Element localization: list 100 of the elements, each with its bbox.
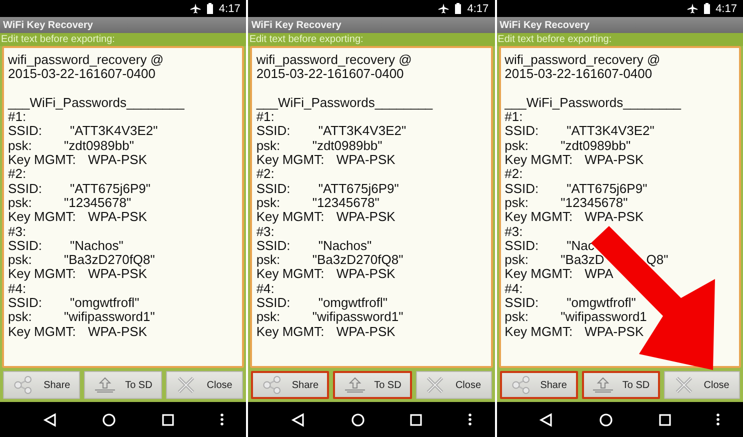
prompt-text: Edit text before exporting: (498, 34, 612, 45)
recents-icon[interactable] (410, 414, 422, 426)
clock-time: 4:17 (218, 2, 240, 14)
field-value: "omgwtfrofl" (318, 296, 388, 310)
battery-icon (206, 3, 213, 14)
field-label: Key MGMT: (8, 153, 77, 168)
sd-button[interactable]: To SD (582, 371, 660, 399)
field-label: psk: (256, 196, 282, 210)
text-line: wifi_password_recovery @ (256, 53, 412, 68)
text-line: 2015-03-22-161607-0400 (256, 67, 404, 82)
field-value: WPA-PSK (88, 267, 147, 282)
field-label: psk: (504, 138, 530, 154)
field-label: psk: (8, 138, 33, 154)
field-label: Key MGMT: (504, 267, 574, 282)
field-label: Key MGMT: (504, 210, 574, 225)
field-label: Key MGMT: (8, 267, 76, 282)
back-icon[interactable] (539, 412, 554, 426)
field-value: WPA-PSK (584, 210, 644, 225)
field-value: "Ba3zD270fQ8" (312, 253, 404, 268)
field-value: "Ba3zD (560, 253, 604, 268)
back-icon[interactable] (291, 412, 306, 426)
field-label: Key MGMT: (256, 153, 326, 168)
field-value: "wifipassword1" (312, 310, 404, 325)
text-line: 2015-03-22-161607-0400 (8, 67, 156, 82)
close-button[interactable]: Close (166, 371, 244, 399)
text-editor[interactable] (250, 46, 493, 368)
field-value: "Nachos" (318, 238, 372, 254)
back-icon[interactable] (42, 412, 57, 426)
field-value: "wifipassword1 (560, 310, 647, 325)
field-value: WPA-PSK (88, 153, 147, 168)
sd-button[interactable]: To SD (84, 371, 162, 399)
share-icon (13, 376, 34, 394)
close-button[interactable]: Close (416, 371, 492, 399)
text-line: #3: (256, 224, 274, 239)
text-line: wifi_password_recovery @ (504, 53, 660, 68)
home-icon[interactable] (102, 412, 116, 426)
field-label: Key MGMT: (8, 210, 77, 225)
text-editor[interactable] (498, 46, 741, 368)
text-line: #4: (256, 282, 274, 296)
home-icon[interactable] (350, 412, 365, 426)
text-line: #1: (504, 110, 523, 124)
text-line: #2: (504, 167, 523, 182)
field-value: "zdt0989bb" (64, 138, 134, 154)
field-label: SSID: (504, 124, 540, 139)
field-value: "12345678" (312, 196, 380, 210)
field-value: WPA (584, 267, 614, 282)
share-button[interactable]: Share (251, 371, 330, 399)
field-label: SSID: (504, 182, 540, 196)
field-value: "12345678" (64, 196, 132, 210)
field-label: SSID: (8, 238, 43, 254)
menu-icon[interactable] (716, 413, 720, 426)
field-label: SSID: (504, 238, 540, 254)
share-icon (262, 376, 282, 394)
recents-icon[interactable] (162, 414, 174, 426)
field-value: "ATT675j6P9" (318, 182, 399, 196)
field-value: WPA-PSK (584, 153, 644, 168)
field-value: "Nachos" (70, 238, 124, 254)
clock-time: 4:17 (467, 2, 489, 14)
text-line: #3: (504, 224, 523, 239)
field-label: SSID: (504, 296, 540, 310)
field-value: "ATT675j6P9" (70, 182, 151, 196)
field-label: psk: (256, 310, 282, 325)
field-value: "12345678" (560, 196, 628, 210)
field-label: psk: (504, 310, 530, 325)
share-button[interactable]: Share (500, 371, 578, 399)
text-line: wifi_password_recovery @ (8, 53, 164, 68)
field-value: "ATT3K4V3E2" (70, 124, 158, 139)
field-label: Key MGMT: (504, 324, 573, 339)
field-value: WPA-PSK (88, 210, 147, 225)
field-label: SSID: (8, 182, 43, 196)
text-line: #1: (256, 110, 274, 124)
field-value: WPA-PSK (336, 324, 396, 339)
field-value: "Ba3zD270fQ8" (64, 253, 155, 268)
home-icon[interactable] (599, 412, 614, 426)
field-value: "Nac (566, 238, 594, 254)
share-button[interactable]: Share (3, 371, 80, 399)
airplane-icon (686, 3, 698, 14)
text-editor[interactable] (2, 46, 244, 368)
field-value: "ATT3K4V3E2" (318, 124, 406, 139)
field-label: SSID: (8, 296, 43, 310)
app-title: WiFi Key Recovery (500, 20, 590, 30)
field-value: WPA-PSK (336, 267, 396, 282)
field-label: Key MGMT: (256, 267, 324, 282)
sd-button[interactable]: To SD (333, 371, 412, 399)
recents-icon[interactable] (658, 414, 671, 426)
text-line: ___WiFi_Passwords________ (504, 96, 681, 110)
close-icon (674, 376, 692, 394)
upload-icon (94, 377, 116, 393)
field-value: WPA-PSK (336, 210, 396, 225)
text-line: #4: (504, 282, 523, 296)
close-button[interactable]: Close (664, 371, 740, 399)
text-line: #2: (8, 167, 26, 182)
text-line: 2015-03-22-161607-0400 (504, 67, 652, 82)
text-line: #3: (8, 224, 26, 239)
field-label: psk: (504, 196, 530, 210)
field-label: psk: (8, 253, 33, 268)
field-label: SSID: (256, 296, 292, 310)
text-line: #4: (8, 282, 26, 296)
menu-icon[interactable] (468, 413, 472, 426)
menu-icon[interactable] (220, 413, 224, 426)
